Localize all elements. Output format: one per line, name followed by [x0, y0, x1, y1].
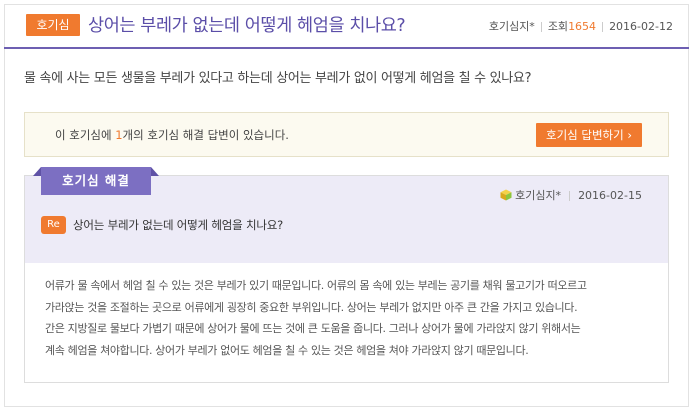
- views-count: 1654: [568, 20, 597, 33]
- notice-prefix: 이 호기심에: [55, 128, 116, 142]
- answer-body: 어류가 물 속에서 헤엄 칠 수 있는 것은 부레가 있기 때문입니다. 어류의…: [45, 275, 655, 361]
- answer-date: 2016-02-15: [578, 189, 642, 202]
- meta-divider: [569, 191, 571, 201]
- question-title: 상어는 부레가 없는데 어떻게 헤엄을 치나요?: [88, 16, 406, 36]
- answer-count: 1: [115, 128, 123, 142]
- cube-user-icon: [500, 189, 512, 201]
- notice-suffix: 개의 호기심 해결 답변이 있습니다.: [122, 128, 289, 142]
- question-author[interactable]: 호기심지*: [489, 20, 535, 33]
- answer-notice: 이 호기심에 1개의 호기심 해결 답변이 있습니다. 호기심 답변하기 ›: [24, 112, 669, 157]
- category-badge[interactable]: 호기심: [26, 14, 80, 36]
- answer-line: 어류가 물 속에서 헤엄 칠 수 있는 것은 부레가 있기 때문입니다. 어류의…: [45, 279, 587, 292]
- answer-header: 호기심 해결 호기심지* 2016-02-15 Re 상어는 부레가 없는데 어떻…: [25, 167, 668, 263]
- resolved-tab: 호기심 해결: [33, 167, 159, 195]
- meta-divider: [602, 22, 604, 32]
- answer-line: 계속 헤엄을 쳐야합니다. 상어가 부레가 없어도 헤엄을 칠 수 있는 것은 …: [45, 343, 529, 357]
- question-date: 2016-02-12: [609, 20, 673, 33]
- answer-box: 호기심 해결 호기심지* 2016-02-15 Re 상어는 부레가 없는데 어떻…: [24, 167, 669, 383]
- meta-divider: [540, 22, 542, 32]
- answer-line: 간은 지방질로 물보다 가볍기 때문에 상어가 물에 뜨는 것에 큰 도움을 줍…: [45, 322, 581, 335]
- answer-author[interactable]: 호기심지*: [515, 189, 561, 202]
- answer-meta: 호기심지* 2016-02-15: [500, 187, 642, 203]
- views-label: 조회: [547, 20, 569, 33]
- question-body: 물 속에 사는 모든 생물을 부레가 있다고 하는데 상어는 부레가 없이 어떻…: [24, 71, 532, 86]
- write-answer-button[interactable]: 호기심 답변하기 ›: [536, 123, 642, 147]
- question-meta: 호기심지* 조회1654 2016-02-12: [489, 18, 673, 34]
- re-badge: Re: [41, 216, 66, 234]
- answer-line: 가라앉는 것을 조절하는 곳으로 어류에게 굉장히 중요한 부위입니다. 상어는…: [45, 300, 578, 314]
- question-header: 호기심 상어는 부레가 없는데 어떻게 헤엄을 치나요? 호기심지* 조회1654…: [4, 4, 689, 49]
- notice-text: 이 호기심에 1개의 호기심 해결 답변이 있습니다.: [55, 127, 289, 143]
- answer-title: 상어는 부레가 없는데 어떻게 헤엄을 치나요?: [73, 218, 284, 232]
